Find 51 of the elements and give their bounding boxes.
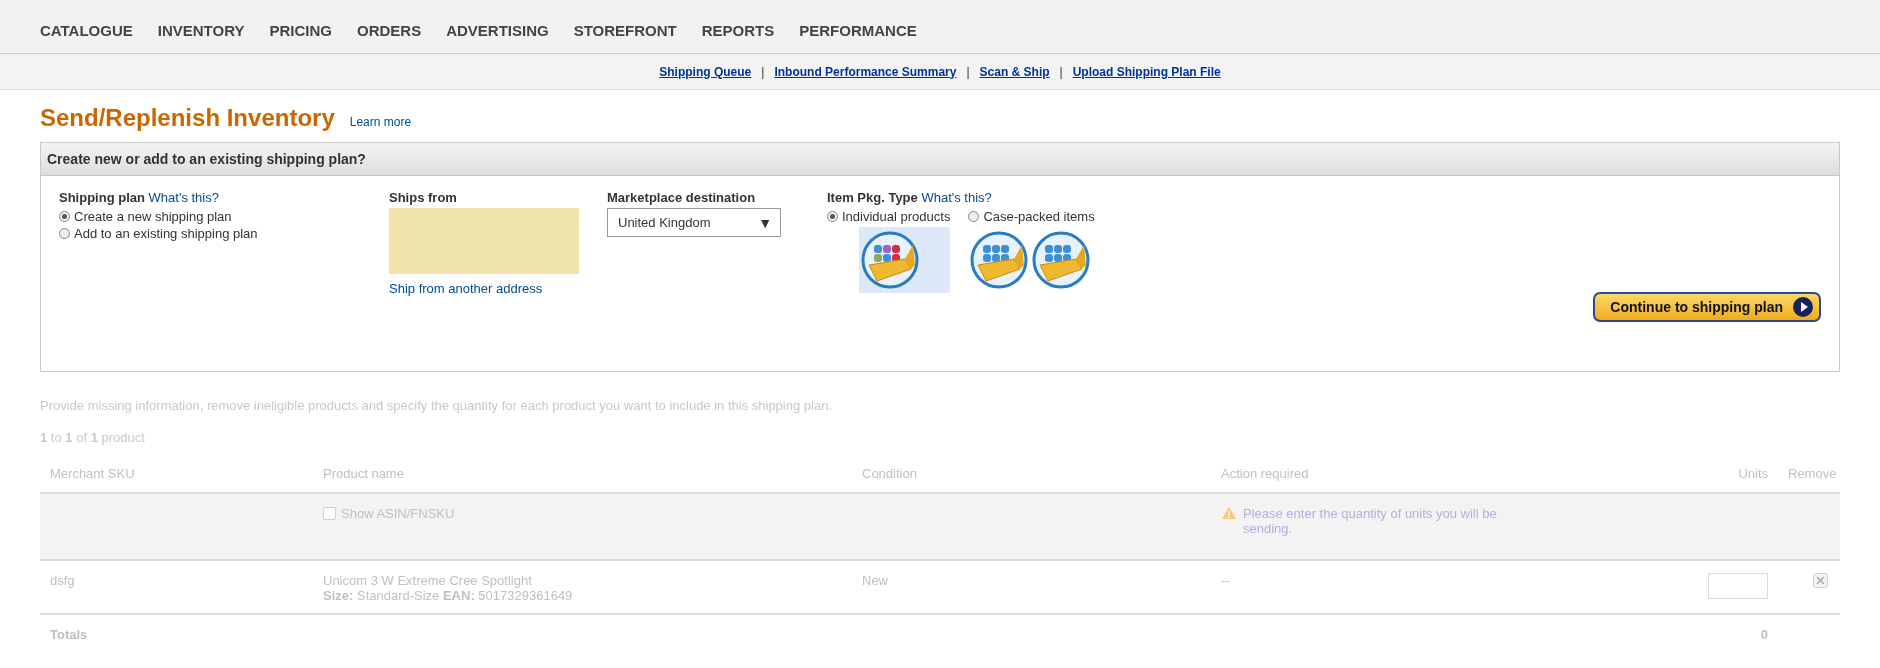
package-icon (1032, 231, 1091, 289)
nav-tab[interactable]: ORDERS (357, 22, 422, 39)
warning-icon (1221, 506, 1237, 520)
panel-heading: Create new or add to an existing shipping plan? (41, 143, 1839, 176)
nav-tab[interactable]: PERFORMANCE (799, 22, 917, 39)
nav-tab[interactable]: CATALOGUE (40, 22, 133, 39)
link-separator: | (966, 64, 970, 79)
remove-button[interactable] (1813, 573, 1828, 588)
field-label: Marketplace destination (607, 190, 756, 205)
close-icon (1816, 576, 1825, 585)
column-header: Remove (1787, 466, 1838, 481)
warning-message: Please enter the quantity of units you will be sending. (1243, 506, 1498, 536)
field-label: Ships from (389, 190, 457, 205)
marketplace-dropdown[interactable]: United Kingdom ▼ (607, 208, 781, 237)
radio-option[interactable]: Individual products (827, 208, 951, 225)
radio-option[interactable]: Case-packed items (968, 208, 1095, 225)
column-header: Product name (322, 466, 405, 481)
nav-tab[interactable]: REPORTS (701, 22, 775, 39)
page-title: Send/Replenish Inventory (40, 104, 335, 132)
subnav-link[interactable]: Upload Shipping Plan File (1072, 64, 1221, 79)
field-label: Item Pkg. Type (827, 190, 918, 205)
table-cell-text: dsfg (49, 573, 76, 590)
column-header: Action required (1220, 466, 1310, 481)
nav-tab[interactable]: PRICING (269, 22, 332, 39)
units-input[interactable] (1708, 573, 1768, 599)
field-label: Shipping plan (59, 190, 145, 205)
column-header: Units (1737, 466, 1769, 481)
radio-option[interactable]: Add to an existing shipping plan (59, 225, 389, 242)
continue-button[interactable]: Continue to shipping plan (1593, 292, 1821, 322)
product-name: Unicom 3 W Extreme Cree Spotlight (323, 573, 533, 588)
table-cell-text: New (861, 573, 889, 590)
product-details: Size: Standard-Size EAN: 5017329361649 (323, 588, 574, 603)
subnav-link[interactable]: Shipping Queue (659, 64, 752, 79)
totals-units: 0 (1759, 627, 1769, 642)
column-header: Condition (861, 466, 918, 481)
help-link[interactable]: What's this? (148, 190, 219, 205)
radio-option[interactable]: Create a new shipping plan (59, 208, 389, 225)
nav-tab[interactable]: ADVERTISING (446, 22, 549, 39)
column-header: Merchant SKU (49, 466, 136, 481)
table-cell-text: -- (1220, 573, 1231, 590)
nav-tab[interactable]: INVENTORY (157, 22, 245, 39)
subnav-link[interactable]: Scan & Ship (979, 64, 1050, 79)
help-link[interactable]: What's this? (921, 190, 992, 205)
nav-tab[interactable]: STOREFRONT (573, 22, 677, 39)
totals-label: Totals (49, 627, 89, 642)
package-icon (970, 231, 1029, 289)
link-separator: | (761, 64, 765, 79)
subnav-link[interactable]: Inbound Performance Summary (774, 64, 957, 79)
link-separator: | (1059, 64, 1063, 79)
learn-more-link[interactable]: Learn more (349, 115, 412, 129)
ship-from-link[interactable]: Ship from another address (389, 281, 543, 296)
